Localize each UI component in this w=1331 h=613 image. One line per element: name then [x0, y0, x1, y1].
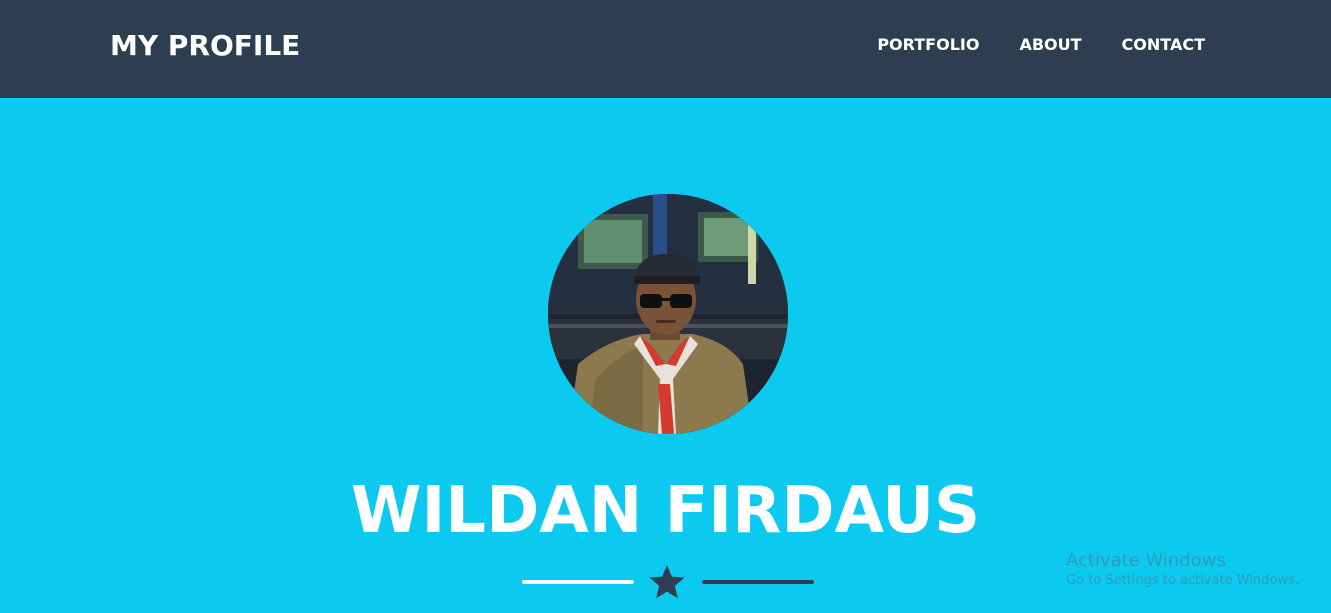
brand-link[interactable]: MY PROFILE	[110, 28, 300, 64]
navbar: MY PROFILE PORTFOLIO ABOUT CONTACT	[0, 0, 1331, 98]
profile-name: WILDAN FIRDAUS	[350, 474, 981, 548]
activation-watermark: Activate Windows Go to Settings to activ…	[1066, 550, 1299, 590]
watermark-title: Activate Windows	[1066, 550, 1226, 571]
nav-link-contact[interactable]: CONTACT	[1122, 35, 1205, 55]
profile-photo	[548, 194, 788, 434]
star-icon	[649, 565, 685, 599]
nav-link-about[interactable]: ABOUT	[1019, 35, 1081, 55]
nav-link-portfolio[interactable]: PORTFOLIO	[877, 35, 979, 55]
page: MY PROFILE PORTFOLIO ABOUT CONTACT WILDA…	[0, 0, 1331, 613]
watermark-subtitle: Go to Settings to activate Windows.	[1066, 573, 1299, 588]
nav-links: PORTFOLIO ABOUT CONTACT	[877, 35, 1205, 55]
profile-avatar	[548, 194, 788, 434]
divider-line-left	[522, 580, 634, 584]
divider-line-right	[702, 580, 814, 584]
